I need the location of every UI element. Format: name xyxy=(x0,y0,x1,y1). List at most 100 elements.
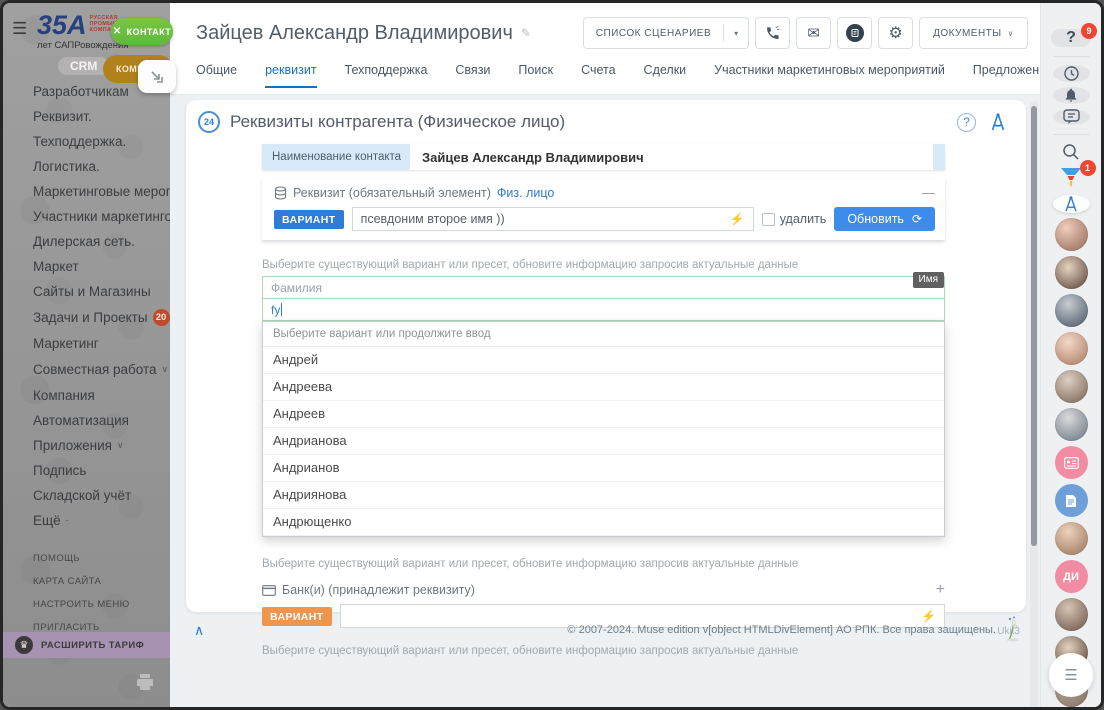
sidebar-item-label: Подпись xyxy=(33,463,86,478)
dropdown-option[interactable]: Андрей xyxy=(263,347,944,374)
delete-checkbox[interactable] xyxy=(762,213,775,226)
contact-name-value[interactable]: Зайцев Александр Владимирович xyxy=(410,144,933,170)
sidebar-item[interactable]: Маркет xyxy=(3,254,170,279)
menu-hamburger-icon[interactable]: ☰ xyxy=(12,19,27,39)
compass-icon[interactable] xyxy=(988,112,1008,132)
collapse-section-icon[interactable]: — xyxy=(922,188,935,198)
sidebar-item[interactable]: Техподдержка. xyxy=(3,129,170,154)
help-icon[interactable]: ? xyxy=(957,113,976,132)
sidebar-item[interactable]: Логистика. xyxy=(3,154,170,179)
scrollbar-thumb[interactable] xyxy=(1031,106,1037,546)
requisite-type-link[interactable]: Физ. лицо xyxy=(497,186,554,200)
sidebar-item[interactable]: Реквизит. xyxy=(3,104,170,129)
entity-tab[interactable]: Участники маркетинговых мероприятий xyxy=(714,63,945,88)
printer-icon[interactable] xyxy=(136,674,154,695)
sidebar-item[interactable]: Дилерская сеть. xyxy=(3,229,170,254)
scroll-top-icon[interactable]: ∧ xyxy=(194,622,204,639)
drafting-tool-button[interactable] xyxy=(1053,195,1090,213)
sidebar-item[interactable]: Совместная работа ∨ 1 xyxy=(3,356,170,383)
entity-tab[interactable]: Техподдержка xyxy=(345,63,428,88)
tab-label: реквизит xyxy=(265,63,316,77)
entity-tab[interactable]: Связи xyxy=(455,63,490,88)
sidebar-item[interactable]: Маркетинг xyxy=(3,331,170,356)
sidebar-item[interactable]: Компания xyxy=(3,383,170,408)
last-name-input[interactable]: Фамилия Имя xyxy=(262,276,945,299)
documents-button[interactable]: ДОКУМЕНТЫ ∨ xyxy=(919,17,1028,49)
upgrade-tariff-button[interactable]: ♛ РАСШИРИТЬ ТАРИФ xyxy=(3,632,170,658)
content-scrollbar xyxy=(1030,101,1038,707)
notifications-button[interactable] xyxy=(1053,87,1090,103)
sidebar-item[interactable]: Участники маркетингов... xyxy=(3,204,170,229)
sidebar-item[interactable]: Автоматизация xyxy=(3,408,170,433)
sidebar-item[interactable]: Приложения ∨ xyxy=(3,433,170,458)
scenarios-split-button[interactable]: СПИСОК СЦЕНАРИЕВ ▾ xyxy=(583,17,749,49)
contact-slider-button[interactable]: ✕ КОНТАКТ xyxy=(111,18,173,45)
text-cursor xyxy=(281,303,282,316)
sidebar-item[interactable]: Подпись xyxy=(3,458,170,483)
sidebar-item-label: Совместная работа xyxy=(33,362,157,377)
rail-menu-button[interactable]: ☰ xyxy=(1049,653,1093,697)
minimize-slider-button[interactable] xyxy=(138,60,176,93)
dropdown-option[interactable]: Андреева xyxy=(263,374,944,401)
edit-title-icon[interactable]: ✎ xyxy=(521,26,531,40)
messenger-button[interactable] xyxy=(1053,109,1090,125)
sidebar-item[interactable]: Складской учёт xyxy=(3,483,170,508)
sidebar-item[interactable]: Сайты и Магазины xyxy=(3,279,170,304)
tab-label: Общие xyxy=(196,63,237,77)
call-button[interactable] xyxy=(755,17,790,49)
dropdown-option[interactable]: Андрианова xyxy=(263,428,944,455)
mail-icon: ✉ xyxy=(807,24,820,42)
sidebar-footer-link[interactable]: ПОМОЩЬ xyxy=(3,547,170,570)
avatar[interactable] xyxy=(1055,256,1088,289)
app-window: ☰ 35А РУССКАЯ ПРОМЫШЛЕННАЯ КОМПАНИЯ лет … xyxy=(0,0,1104,710)
sidebar-item-label: Сайты и Магазины xyxy=(33,284,151,299)
avatar[interactable] xyxy=(1055,598,1088,631)
sidebar-footer-link[interactable]: НАСТРОИТЬ МЕНЮ xyxy=(3,593,170,616)
sidebar-item-label: Маркетинг xyxy=(33,336,99,351)
avatar[interactable] xyxy=(1055,370,1088,403)
name-suggest-dropdown: Выберите вариант или продолжите ввод Анд… xyxy=(262,321,945,537)
right-rail: ? 9 xyxy=(1040,3,1101,707)
entity-tab[interactable]: Сделки xyxy=(644,63,687,88)
autofill-bolt-icon[interactable]: ⚡ xyxy=(730,212,745,226)
form-title: Реквизиты контрагента (Физическое лицо) xyxy=(230,112,565,132)
dropdown-option[interactable]: Андреев xyxy=(263,401,944,428)
requisite-variant-input[interactable]: псевдоним второе имя )) ⚡ xyxy=(352,207,754,231)
integration-button[interactable] xyxy=(837,17,872,49)
first-name-input[interactable]: fy xyxy=(262,299,945,321)
avatar[interactable] xyxy=(1055,522,1088,555)
caret-down-icon[interactable]: ▾ xyxy=(724,29,748,38)
document-button[interactable] xyxy=(1055,484,1088,517)
delete-checkbox-wrap[interactable]: удалить xyxy=(762,212,827,226)
dropdown-option[interactable]: Андрианов xyxy=(263,455,944,482)
settings-button[interactable]: ⚙ xyxy=(878,17,913,49)
sidebar-item[interactable]: Задачи и Проекты 20 xyxy=(3,304,170,331)
history-button[interactable] xyxy=(1053,65,1090,82)
avatar[interactable] xyxy=(1055,218,1088,251)
id-card-button[interactable] xyxy=(1055,446,1088,479)
sidebar-item[interactable]: Маркетинговые меропр... xyxy=(3,179,170,204)
help-button[interactable]: ? 9 xyxy=(1051,29,1091,47)
crm-funnel-button[interactable]: 1 xyxy=(1053,166,1090,190)
entity-tab[interactable]: реквизит xyxy=(265,63,316,88)
sidebar-item[interactable]: Ещё - xyxy=(3,508,170,533)
avatar[interactable] xyxy=(1055,294,1088,327)
phone-icon xyxy=(765,25,781,41)
search-button[interactable] xyxy=(1053,143,1090,161)
dropdown-option[interactable]: Андрющенко xyxy=(263,509,944,536)
sidebar-item-label: Логистика. xyxy=(33,159,100,174)
email-button[interactable]: ✉ xyxy=(796,17,831,49)
avatar[interactable] xyxy=(1055,408,1088,441)
last-name-placeholder: Фамилия xyxy=(271,281,322,295)
entity-tab[interactable]: Счета xyxy=(581,63,615,88)
update-button[interactable]: Обновить ⟳ xyxy=(834,207,935,231)
entity-tab[interactable]: Поиск xyxy=(518,63,553,88)
avatar[interactable] xyxy=(1055,332,1088,365)
initials-avatar[interactable]: ДИ xyxy=(1055,560,1088,593)
dropdown-option[interactable]: Андриянова xyxy=(263,482,944,509)
add-bank-icon[interactable]: + xyxy=(936,583,945,597)
tab-label: Поиск xyxy=(518,63,553,77)
sidebar-footer-link[interactable]: КАРТА САЙТА xyxy=(3,570,170,593)
entity-tab[interactable]: Общие xyxy=(196,63,237,88)
name-tooltip: Имя xyxy=(913,272,944,288)
